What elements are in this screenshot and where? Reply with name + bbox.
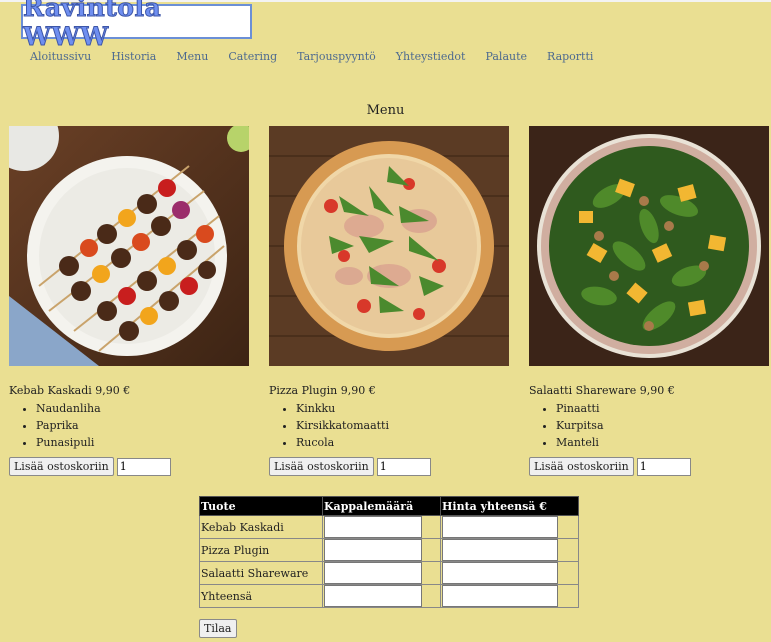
table-header-row: Tuote Kappalemäärä Hinta yhteensä € xyxy=(199,496,579,516)
product-name: Salaatti Shareware 9,90 € xyxy=(529,384,675,397)
page-title: Menu xyxy=(366,103,405,118)
product-cell: Salaatti Shareware xyxy=(199,561,323,585)
ingredient: Naudanliha xyxy=(36,400,249,417)
column-header-total: Hinta yhteensä € xyxy=(440,496,579,516)
table-row: Salaatti Shareware xyxy=(199,561,579,585)
total-label-cell: Yhteensä xyxy=(199,584,323,608)
total-field[interactable] xyxy=(442,516,558,538)
ingredient: Pinaatti xyxy=(556,400,769,417)
nav-raportti[interactable]: Raportti xyxy=(547,50,593,63)
salad-image xyxy=(529,126,769,366)
column-header-quantity: Kappalemäärä xyxy=(322,496,441,516)
product-card-salad: Salaatti Shareware 9,90 € Pinaatti Kurpi… xyxy=(529,126,769,476)
add-to-cart-button[interactable]: Lisää ostoskoriin xyxy=(529,457,634,476)
quantity-input[interactable] xyxy=(376,457,431,476)
order-button[interactable]: Tilaa xyxy=(199,619,237,638)
product-cell: Kebab Kaskadi xyxy=(199,515,323,539)
add-to-cart-button[interactable]: Lisää ostoskoriin xyxy=(9,457,114,476)
ingredient: Kinkku xyxy=(296,400,509,417)
main-nav: Aloitussivu Historia Menu Catering Tarjo… xyxy=(30,50,613,63)
ingredient: Kurpitsa xyxy=(556,417,769,434)
quantity-field[interactable] xyxy=(324,562,422,584)
total-field[interactable] xyxy=(442,539,558,561)
ingredient-list: Naudanliha Paprika Punasipuli xyxy=(9,400,249,451)
table-row-total: Yhteensä xyxy=(199,584,579,608)
product-card-kebab: Kebab Kaskadi 9,90 € Naudanliha Paprika … xyxy=(9,126,249,476)
product-name: Pizza Plugin 9,90 € xyxy=(269,384,376,397)
product-name: Kebab Kaskadi 9,90 € xyxy=(9,384,131,397)
ingredient: Kirsikkatomaatti xyxy=(296,417,509,434)
nav-yhteystiedot[interactable]: Yhteystiedot xyxy=(396,50,466,63)
nav-catering[interactable]: Catering xyxy=(228,50,277,63)
ingredient: Rucola xyxy=(296,434,509,451)
nav-historia[interactable]: Historia xyxy=(111,50,156,63)
ingredient-list: Pinaatti Kurpitsa Manteli xyxy=(529,400,769,451)
total-quantity-field[interactable] xyxy=(324,585,422,607)
quantity-input[interactable] xyxy=(636,457,691,476)
site-logo[interactable]: Ravintola WWW xyxy=(21,0,252,51)
order-table: Tuote Kappalemäärä Hinta yhteensä € Keba… xyxy=(199,496,579,608)
total-field[interactable] xyxy=(442,562,558,584)
pizza-image xyxy=(269,126,509,366)
ingredient: Paprika xyxy=(36,417,249,434)
table-row: Pizza Plugin xyxy=(199,538,579,562)
kebab-image xyxy=(9,126,249,366)
quantity-input[interactable] xyxy=(116,457,171,476)
product-card-pizza: Pizza Plugin 9,90 € Kinkku Kirsikkatomaa… xyxy=(269,126,509,476)
ingredient: Punasipuli xyxy=(36,434,249,451)
ingredient: Manteli xyxy=(556,434,769,451)
nav-palaute[interactable]: Palaute xyxy=(485,50,527,63)
quantity-field[interactable] xyxy=(324,516,422,538)
column-header-product: Tuote xyxy=(199,496,323,516)
ingredient-list: Kinkku Kirsikkatomaatti Rucola xyxy=(269,400,509,451)
grand-total-field[interactable] xyxy=(442,585,558,607)
add-to-cart-button[interactable]: Lisää ostoskoriin xyxy=(269,457,374,476)
nav-tarjouspyynto[interactable]: Tarjouspyyntö xyxy=(297,50,376,63)
quantity-field[interactable] xyxy=(324,539,422,561)
nav-aloitussivu[interactable]: Aloitussivu xyxy=(30,50,91,63)
product-cell: Pizza Plugin xyxy=(199,538,323,562)
table-row: Kebab Kaskadi xyxy=(199,515,579,539)
nav-menu[interactable]: Menu xyxy=(176,50,208,63)
